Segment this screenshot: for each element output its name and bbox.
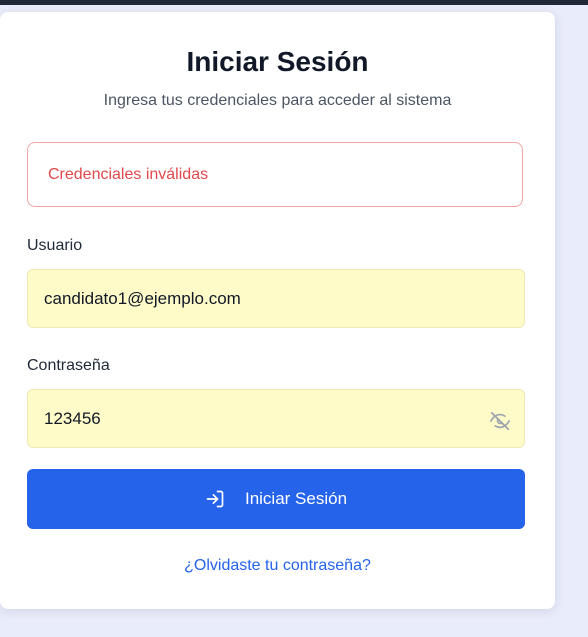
eye-off-icon[interactable] (487, 408, 513, 434)
login-button[interactable]: Iniciar Sesión (27, 469, 525, 529)
login-card: Iniciar Sesión Ingresa tus credenciales … (0, 12, 555, 609)
top-edge-bar (0, 0, 588, 5)
login-button-label: Iniciar Sesión (244, 489, 348, 508)
page-subtitle: Ingresa tus credenciales para acceder al… (103, 92, 452, 109)
login-icon (205, 489, 225, 509)
error-alert: Credenciales inválidas (27, 142, 523, 207)
page-title: Iniciar Sesión (186, 46, 369, 77)
password-label: Contraseña (27, 357, 110, 374)
forgot-password-link[interactable]: ¿Olvidaste tu contraseña? (0, 557, 555, 575)
username-label: Usuario (27, 237, 83, 254)
username-input[interactable] (27, 269, 525, 328)
password-input[interactable] (27, 389, 525, 448)
error-message: Credenciales inválidas (48, 166, 209, 183)
